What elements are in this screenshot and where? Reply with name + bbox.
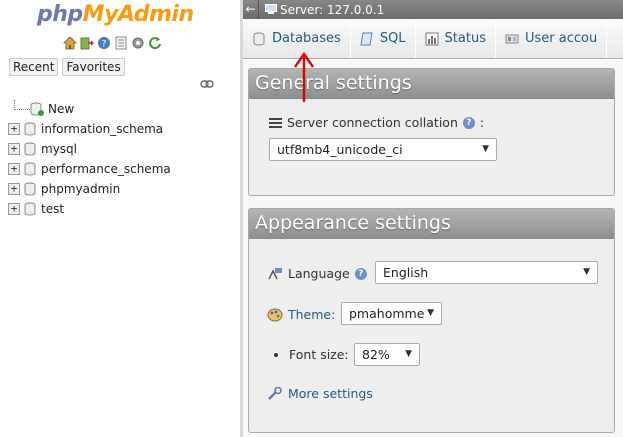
expand-icon[interactable]: + <box>8 163 20 175</box>
tree-connector <box>14 100 30 110</box>
tree-item-test[interactable]: + test <box>8 199 171 219</box>
database-icon <box>253 32 265 45</box>
tree-item-label[interactable]: mysql <box>41 142 77 156</box>
collation-suffix: : <box>479 115 485 130</box>
database-icon <box>24 182 36 196</box>
general-settings-title: General settings <box>249 69 614 99</box>
collation-select-value: utf8mb4_unicode_ci <box>277 142 403 157</box>
tab-databases[interactable]: Databases <box>243 19 351 58</box>
logout-icon[interactable] <box>80 36 94 50</box>
server-breadcrumb-bar: ← Server: 127.0.0.1 <box>243 0 623 19</box>
tree-item-phpmyadmin[interactable]: + phpmyadmin <box>8 179 171 199</box>
theme-select[interactable]: pmahomme ▼ <box>341 302 442 325</box>
documentation-icon[interactable] <box>114 36 128 50</box>
database-icon <box>24 142 36 156</box>
expand-icon[interactable]: + <box>8 143 20 155</box>
tree-item-information-schema[interactable]: + information_schema <box>8 119 171 139</box>
tree-item-label[interactable]: phpmyadmin <box>41 182 120 196</box>
recent-tab[interactable]: Recent <box>9 58 59 76</box>
home-icon[interactable] <box>63 36 77 50</box>
nav-icon-bar: ? <box>63 36 162 50</box>
font-size-select-value: 82% <box>362 347 390 362</box>
collation-list-icon <box>269 117 282 128</box>
collation-select[interactable]: utf8mb4_unicode_ci ▼ <box>269 138 497 161</box>
appearance-settings-panel: Appearance settings Language ? English ▼… <box>248 208 615 433</box>
chevron-down-icon: ▼ <box>427 308 434 318</box>
favorites-tab[interactable]: Favorites <box>62 58 125 76</box>
font-size-select[interactable]: 82% ▼ <box>354 343 420 366</box>
tree-item-label[interactable]: New <box>48 102 74 116</box>
users-icon <box>505 34 519 43</box>
database-icon <box>24 202 36 216</box>
collation-row: Server connection collation ?: <box>269 115 484 130</box>
navigation-panel: phpMyAdmin ? Recent Favorites New + info… <box>0 0 240 437</box>
help-icon[interactable]: ? <box>354 267 367 280</box>
tree-item-label[interactable]: performance_schema <box>41 162 171 176</box>
reload-icon[interactable] <box>148 36 162 50</box>
chevron-down-icon: ▼ <box>482 144 489 154</box>
server-label-text[interactable]: Server: 127.0.0.1 <box>280 3 384 17</box>
expand-icon[interactable]: + <box>8 183 20 195</box>
tab-label[interactable]: User accou <box>525 31 597 46</box>
tree-item-new[interactable]: New <box>8 99 171 119</box>
top-menu: Databases SQL Status User accou <box>243 19 623 59</box>
tree-item-mysql[interactable]: + mysql <box>8 139 171 159</box>
font-size-label: Font size: <box>289 347 349 362</box>
more-settings-link[interactable]: More settings <box>288 386 373 401</box>
theme-label[interactable]: Theme: <box>288 307 335 322</box>
tab-status[interactable]: Status <box>416 19 496 58</box>
new-database-icon <box>30 102 44 116</box>
tree-item-performance-schema[interactable]: + performance_schema <box>8 159 171 179</box>
language-label: Language <box>288 266 350 281</box>
theme-select-value: pmahomme <box>349 306 425 321</box>
general-settings-panel: General settings Server connection colla… <box>248 68 615 196</box>
main-panel: ← Server: 127.0.0.1 Databases SQL Status… <box>243 0 623 437</box>
sql-icon <box>360 32 373 45</box>
chevron-down-icon: ▼ <box>583 267 590 277</box>
expand-icon[interactable]: + <box>8 203 20 215</box>
appearance-settings-title: Appearance settings <box>249 209 614 239</box>
tree-item-label[interactable]: information_schema <box>41 122 163 136</box>
tab-label[interactable]: SQL <box>380 31 406 46</box>
language-select-value: English <box>383 265 429 280</box>
link-chain-icon[interactable] <box>200 79 214 89</box>
tab-label[interactable]: Databases <box>272 31 341 46</box>
font-size-row: Font size: <box>274 347 349 362</box>
phpmyadmin-logo[interactable]: phpMyAdmin <box>37 2 194 27</box>
status-icon <box>425 32 439 45</box>
content-area: General settings Server connection colla… <box>243 60 623 437</box>
database-icon <box>24 162 36 176</box>
collation-label: Server connection collation <box>287 115 458 130</box>
database-tree: New + information_schema + mysql + perfo… <box>8 99 171 219</box>
theme-row: Theme: <box>267 307 335 322</box>
help-icon[interactable]: ? <box>462 116 475 129</box>
tab-sql[interactable]: SQL <box>351 19 416 58</box>
svg-text:?: ? <box>102 40 107 50</box>
server-icon <box>265 4 277 14</box>
language-icon <box>268 267 282 279</box>
tab-label[interactable]: Status <box>445 31 486 46</box>
help-icon[interactable]: ? <box>97 36 111 50</box>
chevron-down-icon: ▼ <box>405 349 412 359</box>
expand-icon[interactable]: + <box>8 123 20 135</box>
collapse-nav-button[interactable]: ← <box>243 0 259 19</box>
breadcrumb-server[interactable]: Server: 127.0.0.1 <box>265 3 384 17</box>
tree-item-label[interactable]: test <box>41 202 64 216</box>
more-settings-row: More settings <box>267 386 373 401</box>
language-row: Language ? <box>267 266 367 281</box>
tab-user-accounts[interactable]: User accou <box>496 19 608 58</box>
bullet-icon <box>274 352 278 357</box>
settings-gear-icon[interactable] <box>131 36 145 50</box>
language-select[interactable]: English ▼ <box>375 261 598 284</box>
theme-palette-icon <box>267 308 283 321</box>
database-icon <box>24 122 36 136</box>
wrench-icon <box>268 386 282 400</box>
